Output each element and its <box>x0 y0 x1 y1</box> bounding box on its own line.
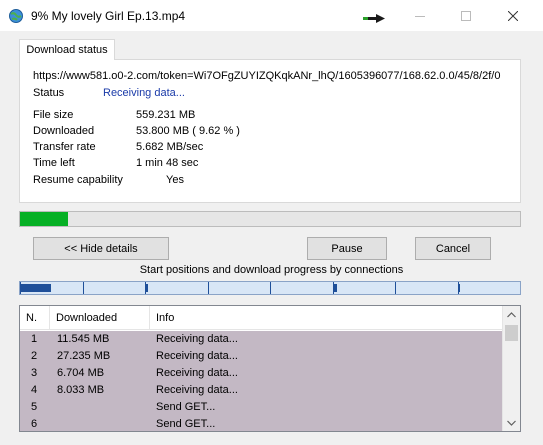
vertical-scrollbar[interactable] <box>502 306 520 431</box>
table-row[interactable]: 4 8.033 MB Receiving data... <box>20 382 502 399</box>
cell-downloaded: 27.235 MB <box>57 350 111 362</box>
table-header: N. Downloaded Info <box>20 306 502 330</box>
scroll-down-icon[interactable] <box>503 414 520 431</box>
tab-download-status[interactable]: Download status <box>19 39 115 60</box>
cell-info: Receiving data... <box>156 350 238 362</box>
title-bar[interactable]: 9% My lovely Girl Ep.13.mp4 <box>0 0 543 31</box>
file-size-label: File size <box>33 109 74 121</box>
window-title: 9% My lovely Girl Ep.13.mp4 <box>31 9 186 23</box>
cell-n: 3 <box>31 367 38 379</box>
file-size-value: 559.231 MB <box>136 109 196 121</box>
table-row[interactable]: 2 27.235 MB Receiving data... <box>20 348 502 365</box>
cell-n: 6 <box>31 418 38 430</box>
download-arrow-icon <box>363 14 385 24</box>
table-row[interactable]: 6 Send GET... <box>20 416 502 431</box>
connection-start-marker <box>270 282 271 294</box>
cell-downloaded: 6.704 MB <box>57 367 105 379</box>
download-progress-bar <box>19 211 521 227</box>
connection-progress-fill <box>145 284 148 292</box>
pause-button[interactable]: Pause <box>307 237 387 260</box>
close-button[interactable] <box>490 0 536 31</box>
connection-progress-fill <box>458 284 460 292</box>
time-left-label: Time left <box>33 157 75 169</box>
resume-capability-value: Yes <box>166 174 184 186</box>
cell-n: 1 <box>31 333 38 345</box>
downloaded-label: Downloaded <box>33 125 95 137</box>
scroll-up-icon[interactable] <box>503 306 520 323</box>
download-progress-fill <box>20 212 69 226</box>
minimize-icon <box>415 11 425 21</box>
connection-start-marker <box>83 282 84 294</box>
cell-info: Receiving data... <box>156 384 238 396</box>
transfer-rate-label: Transfer rate <box>33 141 96 153</box>
connection-start-marker <box>208 282 209 294</box>
cell-downloaded: 8.033 MB <box>57 384 105 396</box>
maximize-button[interactable] <box>443 0 489 31</box>
connections-caption: Start positions and download progress by… <box>139 264 404 276</box>
time-left-value: 1 min 48 sec <box>136 157 199 169</box>
cell-n: 4 <box>31 384 38 396</box>
download-url: https://www581.o0-2.com/token=Wi7OFgZUYI… <box>33 70 501 82</box>
table-body: 1 11.545 MB Receiving data... 2 27.235 MB Rec… <box>20 331 502 431</box>
downloaded-value: 53.800 MB ( 9.62 % ) <box>136 125 240 137</box>
column-header-downloaded[interactable]: Downloaded <box>50 306 150 330</box>
app-globe-icon <box>8 8 24 24</box>
connections-progress-bar <box>19 281 521 295</box>
status-value: Receiving data... <box>103 87 185 99</box>
transfer-rate-value: 5.682 MB/sec <box>136 141 204 153</box>
resume-capability-label: Resume capability <box>33 174 123 186</box>
cell-downloaded: 11.545 MB <box>57 333 110 345</box>
table-row[interactable]: 3 6.704 MB Receiving data... <box>20 365 502 382</box>
hide-details-button[interactable]: << Hide details <box>33 237 169 260</box>
status-label: Status <box>33 87 65 99</box>
connection-start-marker <box>395 282 396 294</box>
download-status-panel: https://www581.o0-2.com/token=Wi7OFgZUYI… <box>19 59 521 203</box>
minimize-button[interactable] <box>397 0 443 31</box>
table-row[interactable]: 5 Send GET... <box>20 399 502 416</box>
cell-info: Receiving data... <box>156 333 238 345</box>
column-header-n[interactable]: N. <box>20 306 50 330</box>
cell-info: Send GET... <box>156 401 216 413</box>
maximize-icon <box>461 10 471 21</box>
scroll-thumb[interactable] <box>505 325 518 341</box>
table-row[interactable]: 1 11.545 MB Receiving data... <box>20 331 502 348</box>
cell-n: 5 <box>31 401 38 413</box>
cell-info: Send GET... <box>156 418 216 430</box>
connection-progress-fill <box>333 284 337 292</box>
cell-n: 2 <box>31 350 38 362</box>
cancel-button[interactable]: Cancel <box>415 237 491 260</box>
connection-progress-fill <box>20 284 51 292</box>
column-header-info[interactable]: Info <box>150 306 502 330</box>
cell-info: Receiving data... <box>156 367 238 379</box>
connections-table[interactable]: N. Downloaded Info 1 11.545 MB Receiving d… <box>19 305 521 432</box>
close-icon <box>508 10 518 21</box>
